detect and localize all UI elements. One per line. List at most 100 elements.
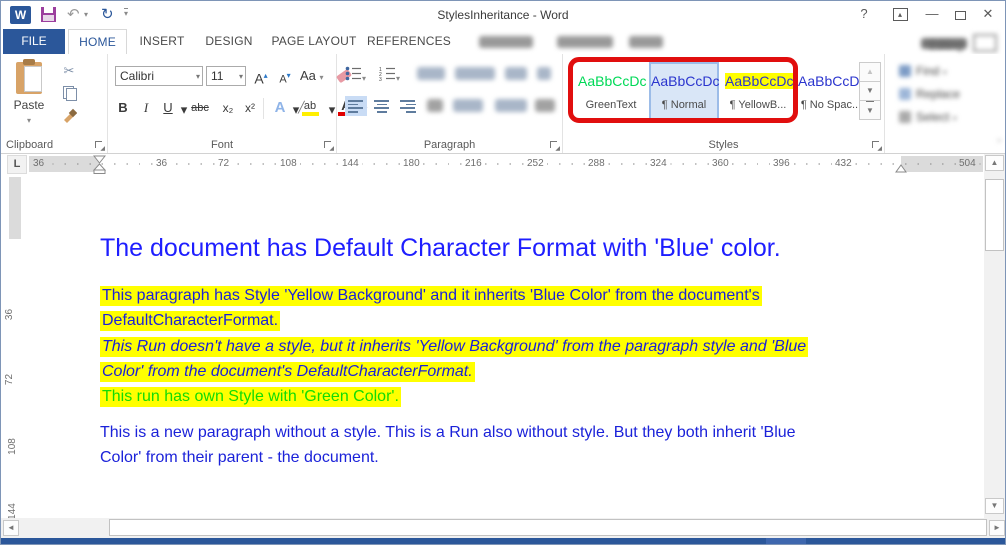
document-page[interactable]: The document has Default Character Forma… [29, 175, 984, 518]
line-spacing-button[interactable] [453, 99, 483, 112]
align-left-button[interactable] [345, 96, 367, 116]
indent-buttons-redacted[interactable] [455, 67, 495, 80]
sort-button[interactable] [505, 67, 527, 80]
hruler-tick-label: 396 [770, 158, 793, 170]
tab-page-layout[interactable]: PAGE LAYOUT [265, 29, 363, 54]
superscript-button[interactable]: x² [240, 97, 260, 119]
horizontal-ruler[interactable]: 363672108144180216252288324360396432504 [29, 154, 983, 174]
hruler-tick-label: 36 [153, 158, 170, 170]
replace-button[interactable]: Replace [899, 87, 960, 101]
horizontal-scroll-thumb[interactable] [109, 519, 987, 536]
hruler-tick-label: 216 [462, 158, 485, 170]
tab-redacted-3[interactable] [629, 36, 663, 48]
hruler-tick-label: 360 [709, 158, 732, 170]
font-dialog-launcher-icon[interactable] [323, 140, 333, 150]
doc-paragraph-green-run: This run has own Style with 'Green Color… [100, 384, 401, 409]
find-button[interactable]: Find ▾ [899, 64, 947, 78]
align-right-button[interactable] [397, 96, 419, 116]
styles-gallery-more-button[interactable]: ▼ [859, 100, 881, 120]
italic-button[interactable]: I [136, 97, 156, 119]
style-yellow-background[interactable]: AaBbCcDc ¶ YellowB... [723, 62, 793, 120]
tab-references[interactable]: REFERENCES [367, 29, 451, 54]
hruler-tick-label: 72 [215, 158, 232, 170]
vertical-scroll-thumb[interactable] [985, 179, 1004, 251]
styles-gallery-up-button[interactable]: ▲ [859, 62, 881, 82]
cut-button[interactable]: ✂ [57, 62, 81, 82]
tab-redacted-2[interactable] [557, 36, 613, 48]
scroll-right-button[interactable]: ► [989, 520, 1005, 536]
hruler-tick-label: 180 [400, 158, 423, 170]
horizontal-scrollbar[interactable]: ◄ ► [1, 518, 1006, 538]
paragraph-group-label: Paragraph [337, 139, 562, 151]
highlight-yellow-bar [302, 112, 319, 116]
paste-dropdown-icon[interactable]: ▾ [27, 116, 31, 125]
bullets-button[interactable]: ▾ [345, 66, 366, 86]
bullets-icon [345, 66, 362, 81]
right-indent-marker[interactable] [895, 164, 907, 173]
hruler-tick-label: 144 [339, 158, 362, 170]
tab-redacted-1[interactable] [479, 36, 533, 48]
format-painter-button[interactable] [57, 108, 81, 128]
style-greentext[interactable]: AaBbCcDc GreenText [576, 62, 646, 120]
help-icon[interactable]: ? [855, 6, 873, 21]
scroll-left-button[interactable]: ◄ [3, 520, 19, 536]
vruler-tick-label: 36 [4, 309, 15, 320]
styles-gallery-down-button[interactable]: ▼ [859, 81, 881, 101]
shrink-font-button[interactable]: A [275, 65, 295, 87]
tab-stop-selector[interactable]: L [7, 155, 27, 174]
styles-group-label: Styles [563, 139, 884, 151]
hruler-tick-label: 288 [585, 158, 608, 170]
copy-button[interactable] [57, 84, 81, 104]
style-no-spacing[interactable]: AaBbCcDc ¶ No Spac... [796, 62, 866, 120]
maximize-button[interactable] [951, 8, 969, 23]
tab-home[interactable]: HOME [68, 29, 127, 54]
group-paragraph: ▾ 1 2 3 ▾ [337, 54, 563, 153]
align-center-button[interactable] [371, 96, 393, 116]
style-normal-name: ¶ Normal [651, 99, 717, 111]
clipboard-group-label: Clipboard [1, 139, 107, 151]
show-hide-pilcrow-button[interactable] [537, 67, 551, 80]
group-clipboard: Paste ▾ ✂ Clipboard [1, 54, 108, 153]
doc-paragraph-inherited-run: This Run doesn't have a style, but it in… [100, 334, 808, 384]
style-normal[interactable]: AaBbCcDc ¶ Normal [649, 62, 719, 120]
justify-button[interactable] [427, 99, 443, 112]
font-family-combo[interactable]: Calibri▾ [115, 66, 203, 86]
numbering-button[interactable]: 1 2 3 ▾ [379, 66, 400, 86]
tab-insert[interactable]: INSERT [132, 29, 192, 54]
ribbon-display-options-icon[interactable]: ▴ [891, 5, 909, 21]
select-button[interactable]: Select ▾ [899, 110, 957, 124]
paragraph-dialog-launcher-icon[interactable] [549, 140, 559, 150]
style-no-spacing-name: ¶ No Spac... [798, 99, 864, 111]
grow-font-button[interactable]: A [251, 65, 271, 87]
ribbon: Paste ▾ ✂ Clipboard Calibri▾ 11▾ A A Aa … [1, 54, 1005, 154]
vertical-scrollbar[interactable]: ▲ ▼ [984, 154, 1006, 518]
font-size-combo[interactable]: 11▾ [206, 66, 246, 86]
font-size-value: 11 [211, 69, 223, 83]
find-icon [899, 65, 911, 77]
highlight-color-button[interactable]: ab╱ [300, 95, 320, 117]
multilevel-list-button[interactable] [417, 67, 445, 80]
subscript-button[interactable]: x₂ [218, 97, 238, 119]
bold-button[interactable]: B [113, 97, 133, 119]
tab-design[interactable]: DESIGN [197, 29, 261, 54]
paste-button[interactable]: Paste ▾ [7, 60, 51, 136]
scroll-down-button[interactable]: ▼ [985, 498, 1004, 514]
tab-file[interactable]: FILE [3, 29, 65, 54]
close-button[interactable]: ✕ [979, 6, 997, 22]
borders-button[interactable] [535, 99, 555, 112]
vertical-ruler[interactable]: 3672108144 [8, 177, 22, 517]
doc-paragraph-yellow-style: This paragraph has Style 'Yellow Backgro… [100, 283, 762, 333]
style-yellow-name: ¶ YellowB... [725, 99, 791, 111]
collapse-ribbon-icon[interactable]: ⌃ [995, 138, 1003, 149]
status-bar [1, 538, 1006, 545]
strikethrough-button[interactable]: abc [190, 97, 210, 119]
clipboard-dialog-launcher-icon[interactable] [94, 140, 104, 150]
minimize-button[interactable]: — [923, 6, 941, 21]
scroll-up-button[interactable]: ▲ [985, 155, 1004, 171]
styles-dialog-launcher-icon[interactable] [871, 140, 881, 150]
change-case-button[interactable]: Aa ▾ [300, 65, 324, 87]
indent-markers[interactable] [93, 154, 106, 174]
title-bar: W ↶ ▾ ↻ ▾ StylesInheritance - Word ? ▴ —… [1, 1, 1005, 29]
select-icon [899, 111, 911, 123]
shading-button[interactable] [495, 99, 527, 112]
